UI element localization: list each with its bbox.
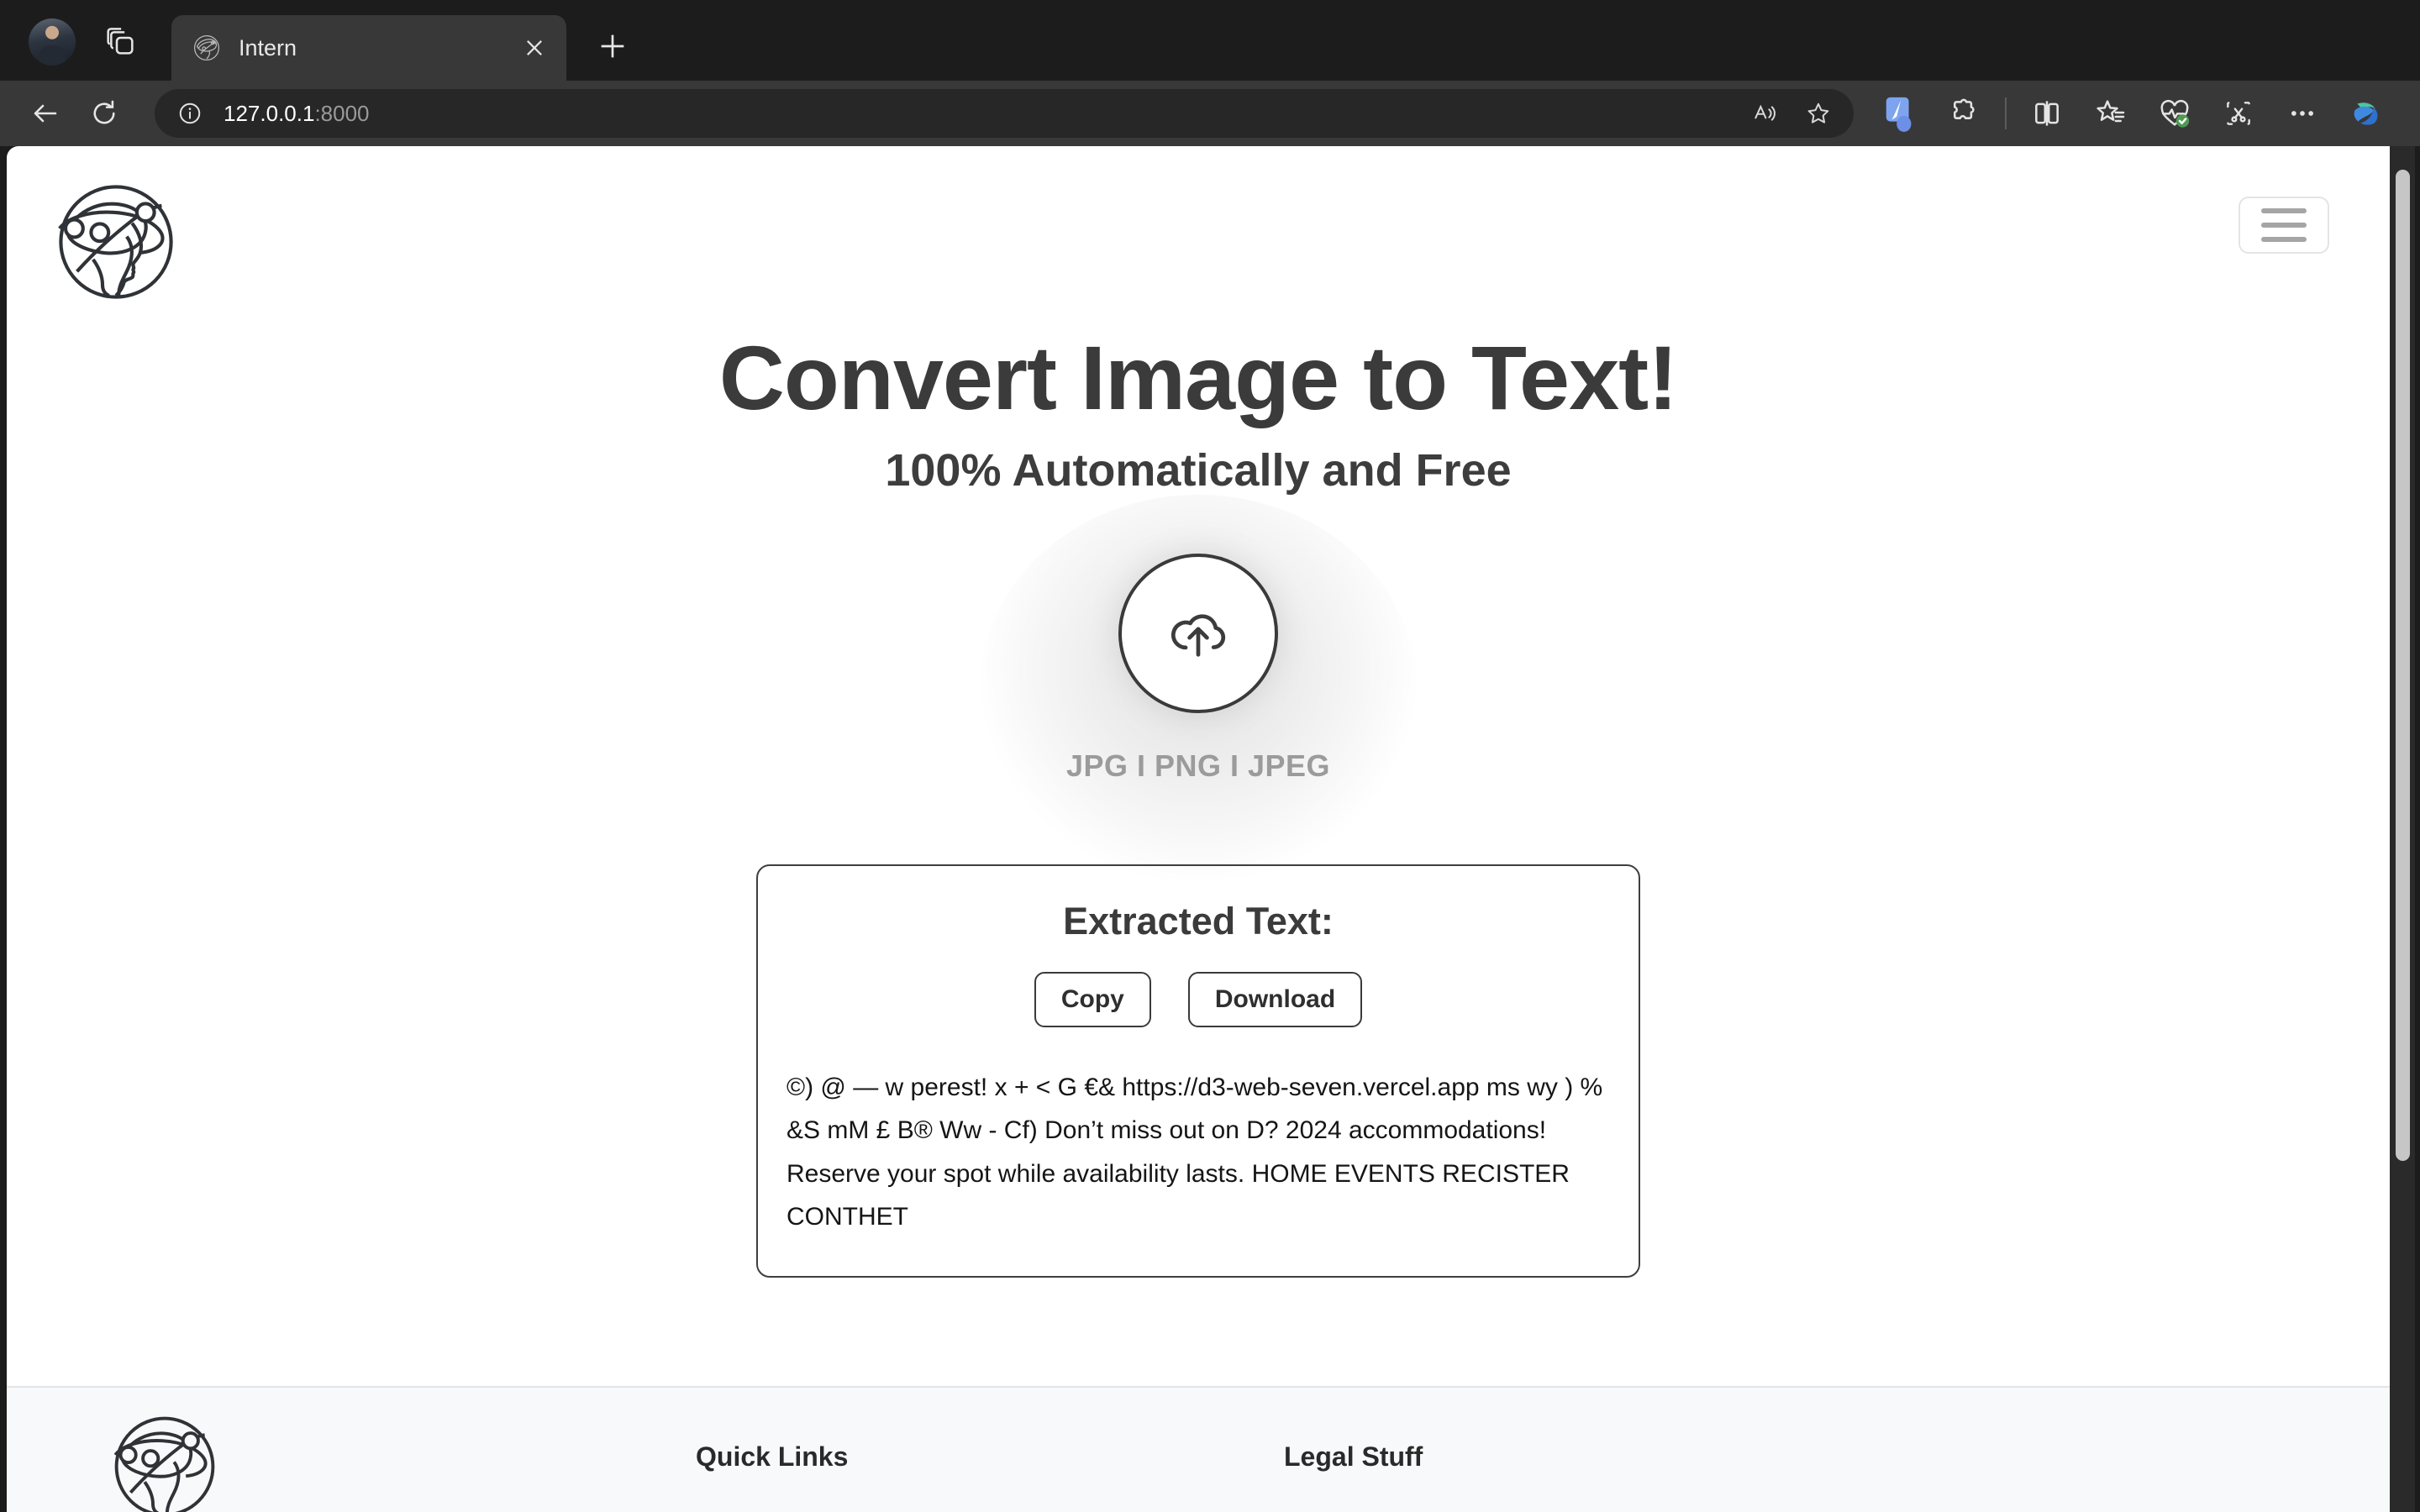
page-title: Convert Image to Text! xyxy=(718,327,1678,428)
refresh-button[interactable] xyxy=(81,90,128,137)
read-aloud-icon[interactable] xyxy=(1743,92,1786,135)
address-bar-actions xyxy=(1738,92,1845,135)
tab-close-icon[interactable] xyxy=(518,31,551,65)
favorites-star-list-icon[interactable] xyxy=(2086,89,2135,138)
address-bar[interactable]: 127.0.0.1:8000 xyxy=(155,89,1854,138)
copilot-pen-icon[interactable] xyxy=(1876,89,1925,138)
web-page: Convert Image to Text! 100% Automaticall… xyxy=(7,146,2390,1512)
browser-window: Intern 127.0.0.1:8000 Convert Image to T… xyxy=(0,0,2420,1512)
extensions-puzzle-icon[interactable] xyxy=(1940,89,1989,138)
upload-button[interactable] xyxy=(1118,553,1278,713)
page-viewport: Convert Image to Text! 100% Automaticall… xyxy=(0,146,2420,1512)
footer-legal-heading: Legal Stuff xyxy=(1284,1441,1423,1472)
back-arrow-icon xyxy=(34,104,57,123)
brain-network-icon xyxy=(193,34,220,61)
back-button[interactable] xyxy=(22,90,69,137)
cloud-upload-icon xyxy=(1171,613,1226,657)
page-subtitle: 100% Automatically and Free xyxy=(885,444,1512,496)
scrollbar-thumb[interactable] xyxy=(2396,170,2410,1161)
hamburger-menu-button[interactable] xyxy=(2238,197,2329,254)
url-host: 127.0.0.1 xyxy=(224,100,315,126)
footer-quick-links-column: Quick Links xyxy=(696,1408,1284,1473)
collections-button[interactable] xyxy=(94,15,148,69)
new-tab-button[interactable] xyxy=(588,22,637,71)
hamburger-menu-icon xyxy=(2261,223,2307,228)
tab-title: Intern xyxy=(239,34,297,60)
settings-more-icon[interactable] xyxy=(2278,89,2327,138)
extracted-text-title: Extracted Text: xyxy=(1063,899,1334,942)
browser-tab[interactable]: Intern xyxy=(171,15,566,81)
collections-icon xyxy=(107,28,134,55)
brain-network-logo xyxy=(58,185,173,299)
copy-button[interactable]: Copy xyxy=(1034,971,1151,1027)
address-bar-url: 127.0.0.1:8000 xyxy=(224,101,1738,127)
page-scrollbar[interactable] xyxy=(2390,146,2415,1512)
navigation-toolbar: 127.0.0.1:8000 xyxy=(0,81,2420,146)
upload-section: JPG I PNG I JPEG xyxy=(7,494,2390,881)
footer-logo-column xyxy=(7,1408,696,1512)
download-button[interactable]: Download xyxy=(1187,971,1363,1027)
extracted-text-card: Extracted Text: Copy Download ©) @ — w p… xyxy=(756,864,1640,1278)
site-info-icon[interactable] xyxy=(173,97,207,130)
site-header xyxy=(7,146,2390,314)
brain-network-logo xyxy=(113,1416,215,1512)
toolbar-divider xyxy=(2005,97,2007,129)
add-favorite-icon[interactable] xyxy=(1797,92,1840,135)
hamburger-menu-icon xyxy=(2261,237,2307,242)
footer-legal-column: Legal Stuff xyxy=(1284,1408,1423,1473)
split-screen-icon[interactable] xyxy=(2023,89,2071,138)
extracted-text-actions: Copy Download xyxy=(786,971,1610,1027)
copilot-icon[interactable] xyxy=(2342,89,2391,138)
screenshot-scissors-icon[interactable] xyxy=(2214,89,2263,138)
supported-formats-label: JPG I PNG I JPEG xyxy=(1065,748,1331,783)
tab-strip: Intern xyxy=(0,0,2420,81)
extracted-text-content: ©) @ — w perest! x + < G €& https://d3-w… xyxy=(786,1073,1603,1231)
url-port: :8000 xyxy=(314,100,370,126)
browser-toolbar-icons xyxy=(1869,89,2398,138)
site-footer: Quick Links Legal Stuff xyxy=(7,1386,2390,1512)
plus-icon xyxy=(601,34,624,58)
refresh-icon xyxy=(93,100,115,124)
footer-quick-links-heading: Quick Links xyxy=(696,1441,849,1472)
hero-section: Convert Image to Text! 100% Automaticall… xyxy=(7,327,2390,496)
hamburger-menu-icon xyxy=(2261,208,2307,213)
profile-avatar[interactable] xyxy=(29,18,76,66)
browser-essentials-heart-icon[interactable] xyxy=(2150,89,2199,138)
